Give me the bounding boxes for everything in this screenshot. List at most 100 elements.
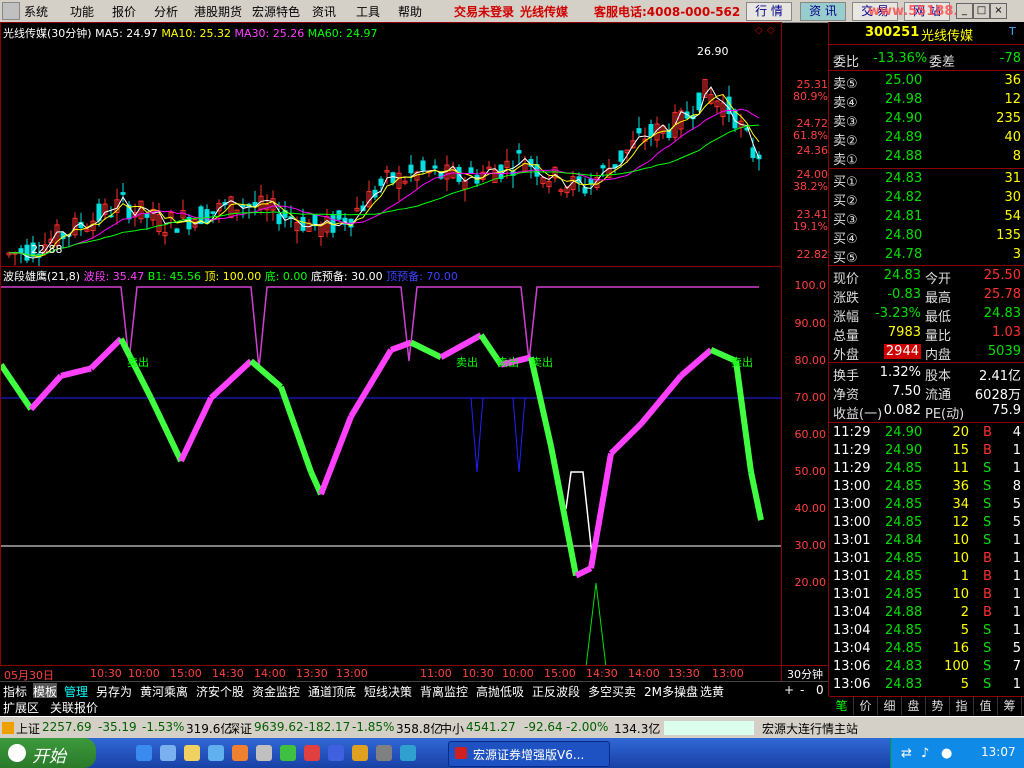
tab-detail[interactable]: 细 [878, 697, 902, 715]
network-icon[interactable]: ⇄ [901, 746, 912, 761]
bid-row[interactable]: 买⑤ 24.78 3 [829, 246, 1024, 266]
tick-row[interactable]: 13:04 24.88 2 B 1 [829, 604, 1024, 622]
tick-side: B [983, 587, 992, 602]
trade-status[interactable]: 交易未登录 [454, 3, 514, 20]
ask-row[interactable]: 卖② 24.89 40 [829, 129, 1024, 149]
bid-row[interactable]: 买③ 24.81 54 [829, 208, 1024, 228]
app-icon-4[interactable] [328, 745, 344, 761]
app-icon-5[interactable] [352, 745, 368, 761]
bid-row[interactable]: 买① 24.83 31 [829, 170, 1024, 190]
tab-extension[interactable]: 扩展区 [3, 699, 39, 716]
menu-help[interactable]: 帮助 [398, 3, 422, 20]
stat-row[interactable]: 涨跌 -0.83 最高 25.78 [829, 286, 1024, 306]
security-icon[interactable]: ● [941, 746, 952, 761]
app-icon[interactable] [256, 745, 272, 761]
maximize-icon[interactable]: □ [973, 3, 990, 19]
tick-row[interactable]: 11:29 24.90 15 B 1 [829, 442, 1024, 460]
app-icon-3[interactable] [304, 745, 320, 761]
stat-row[interactable]: 换手 1.32% 股本 2.41亿 [829, 364, 1024, 384]
indicator-axis-label: 50.00 [794, 465, 827, 478]
tick-row[interactable]: 13:00 24.85 34 S 5 [829, 496, 1024, 514]
tab-value[interactable]: 值 [974, 697, 998, 715]
stat-row[interactable]: 总量 7983 量比 1.03 [829, 324, 1024, 344]
news-button[interactable]: 资 讯 [800, 2, 846, 21]
stat-row[interactable]: 外盘 2944 内盘 5039 [829, 343, 1024, 363]
tab-related-quote[interactable]: 关联报价 [50, 699, 98, 716]
menu-hongyuan[interactable]: 宏源特色 [252, 3, 300, 20]
broker-server[interactable]: 宏源大连行情主站 [762, 720, 858, 737]
tick-row[interactable]: 13:00 24.85 36 S 8 [829, 478, 1024, 496]
stat-value: 25.50 [983, 268, 1021, 283]
menu-system[interactable]: 系统 [24, 3, 48, 20]
tick-row[interactable]: 13:06 24.83 5 S 1 [829, 676, 1024, 694]
app-icon-2[interactable] [280, 745, 296, 761]
tab-book[interactable]: 盘 [902, 697, 926, 715]
app-icon-6[interactable] [376, 745, 392, 761]
indicator-pane[interactable]: 波段雄鹰(21,8) 波段: 35.47 B1: 45.56 顶: 100.00… [0, 266, 782, 666]
folder-icon[interactable] [184, 745, 200, 761]
tick-row[interactable]: 13:04 24.85 5 S 1 [829, 622, 1024, 640]
tick-volume: 11 [952, 461, 969, 476]
start-button[interactable]: 开始 [0, 738, 96, 768]
minimize-icon[interactable]: _ [956, 3, 973, 19]
wave-segment [679, 347, 713, 379]
ie-icon[interactable] [136, 745, 152, 761]
stat-row[interactable]: 涨幅 -3.23% 最低 24.83 [829, 305, 1024, 325]
stat-row[interactable]: 净资 7.50 流通 6028万 [829, 383, 1024, 403]
tick-volume: 10 [952, 551, 969, 566]
ask-row[interactable]: 卖① 24.88 8 [829, 148, 1024, 168]
tab-trend[interactable]: 势 [926, 697, 950, 715]
tab-index[interactable]: 指 [950, 697, 974, 715]
clock[interactable]: 13:07 [981, 745, 1016, 759]
browser-icon[interactable] [208, 745, 224, 761]
tick-row[interactable]: 11:29 24.85 11 S 1 [829, 460, 1024, 478]
tick-row[interactable]: 13:01 24.85 10 B 1 [829, 550, 1024, 568]
menu-function[interactable]: 功能 [70, 3, 94, 20]
desktop-icon[interactable] [160, 745, 176, 761]
app-icon-7[interactable] [400, 745, 416, 761]
zoom-in-button[interactable]: + [784, 683, 794, 697]
tick-row[interactable]: 11:29 24.90 20 B 4 [829, 424, 1024, 442]
order-diff: -78 [999, 51, 1021, 66]
menu-analysis[interactable]: 分析 [154, 3, 178, 20]
tick-row[interactable]: 13:04 24.85 16 S 5 [829, 640, 1024, 658]
time-label: 14:30 [212, 667, 244, 680]
menu-tools[interactable]: 工具 [356, 3, 380, 20]
tick-row[interactable]: 13:01 24.85 1 B 1 [829, 568, 1024, 586]
speaker-icon[interactable]: ♪ [921, 746, 929, 761]
bid-row[interactable]: 买② 24.82 30 [829, 189, 1024, 209]
stat-row[interactable]: 现价 24.83 今开 25.50 [829, 267, 1024, 287]
media-icon[interactable] [232, 745, 248, 761]
tick-row[interactable]: 13:06 24.83 100 S 7 [829, 658, 1024, 676]
kline-pane[interactable]: 光线传媒(30分钟) MA5: 24.97 MA10: 25.32 MA30: … [0, 22, 782, 267]
menu-news[interactable]: 资讯 [312, 3, 336, 20]
close-icon[interactable]: × [990, 3, 1007, 19]
zoom-out-button[interactable]: - [800, 683, 804, 697]
stat-row[interactable]: 收益(一) 0.082 PE(动) 75.9 [829, 402, 1024, 422]
price-axis-label: 61.8% [793, 129, 828, 142]
price-axis-label: 19.1% [793, 220, 828, 233]
tab-price[interactable]: 价 [854, 697, 878, 715]
tab-trades[interactable]: 笔 [830, 697, 854, 715]
tick-volume: 34 [952, 497, 969, 512]
zoom-reset-button[interactable]: 0 [816, 683, 824, 697]
tab-chips[interactable]: 筹 [998, 697, 1022, 715]
menu-hk-futures[interactable]: 港股期货 [194, 3, 242, 20]
ask-row[interactable]: 卖④ 24.98 12 [829, 91, 1024, 111]
tick-time: 13:01 [833, 551, 871, 566]
tick-row[interactable]: 13:01 24.84 10 S 1 [829, 532, 1024, 550]
wave-segment [548, 445, 579, 577]
quote-button[interactable]: 行 情 [746, 2, 792, 21]
stat-value: 1.03 [992, 325, 1021, 340]
ask-row[interactable]: 卖③ 24.90 235 [829, 110, 1024, 130]
tick-count: 1 [1012, 533, 1021, 548]
wave-segment [528, 356, 554, 447]
tick-row[interactable]: 13:00 24.85 12 S 5 [829, 514, 1024, 532]
menu-quote[interactable]: 报价 [112, 3, 136, 20]
task-item-hongyuan[interactable]: 宏源证券增强版V6... [448, 741, 610, 767]
tick-row[interactable]: 13:01 24.85 10 B 1 [829, 586, 1024, 604]
bid-price: 24.82 [885, 190, 923, 205]
ask-price: 25.00 [885, 73, 923, 88]
bid-row[interactable]: 买④ 24.80 135 [829, 227, 1024, 247]
ask-row[interactable]: 卖⑤ 25.00 36 [829, 72, 1024, 92]
